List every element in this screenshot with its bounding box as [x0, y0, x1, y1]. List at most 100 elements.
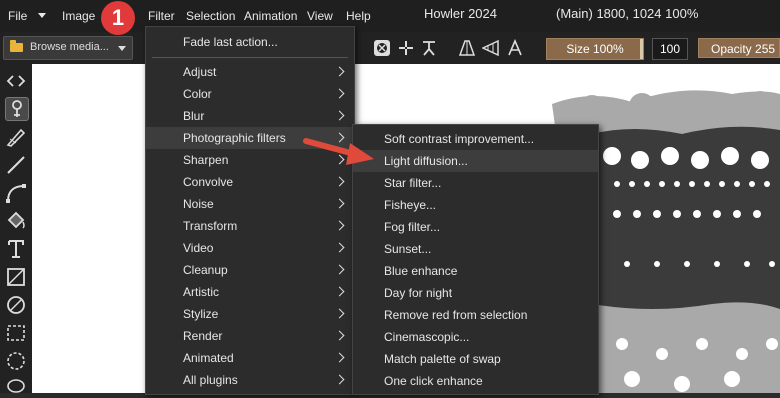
curve-icon[interactable]	[5, 182, 27, 204]
filter-menu-item-label: Photographic filters	[183, 131, 286, 145]
rect-select-icon[interactable]	[5, 322, 27, 344]
chevron-right-icon	[334, 88, 345, 99]
filter-menu-item-label: Blur	[183, 109, 205, 123]
chevron-right-icon	[334, 308, 345, 319]
filter-menu-item[interactable]: All plugins	[146, 369, 354, 391]
browse-media-label: Browse media...	[30, 41, 109, 53]
callout-badge: 1	[101, 1, 135, 35]
filter-menu-item[interactable]: Convolve	[146, 171, 354, 193]
chevron-right-icon	[334, 286, 345, 297]
chevron-right-icon	[334, 374, 345, 385]
ellipse-shape-icon[interactable]	[5, 294, 27, 316]
crosshair-icon[interactable]	[397, 39, 415, 57]
folder-icon	[10, 40, 23, 52]
photo-filter-item[interactable]: Fisheye...	[353, 194, 598, 216]
menu-image[interactable]: Image	[62, 9, 95, 23]
photo-filter-item-label: Light diffusion...	[384, 154, 468, 168]
filter-menu-item[interactable]: Fade last action...	[146, 31, 354, 53]
filter-menu-item-label: All plugins	[183, 373, 238, 387]
line-icon[interactable]	[5, 154, 27, 176]
text-tool-icon[interactable]	[5, 238, 27, 260]
filter-menu-item-label: Cleanup	[183, 263, 228, 277]
photo-filter-item[interactable]: Star filter...	[353, 172, 598, 194]
document-info: (Main) 1800, 1024 100%	[556, 6, 699, 21]
filter-menu-item-label: Noise	[183, 197, 214, 211]
filter-menu-item[interactable]: Adjust	[146, 61, 354, 83]
photo-filter-item[interactable]: Soft contrast improvement...	[353, 128, 598, 150]
filter-menu-item-label: Adjust	[183, 65, 217, 79]
menu-selection[interactable]: Selection	[186, 9, 235, 23]
menu-file[interactable]: File	[8, 9, 27, 23]
filter-menu-item[interactable]: Color	[146, 83, 354, 105]
chevron-right-icon	[334, 352, 345, 363]
code-arrows-icon[interactable]	[5, 70, 27, 92]
filter-menu-item[interactable]: Noise	[146, 193, 354, 215]
skew-icon[interactable]	[482, 39, 500, 57]
filter-menu-item-label: Transform	[183, 219, 238, 233]
photo-filter-item-label: Fog filter...	[384, 220, 441, 234]
filter-menu-item[interactable]: Cleanup	[146, 259, 354, 281]
menu-help[interactable]: Help	[346, 9, 371, 23]
photo-filter-item-label: Blue enhance	[384, 264, 458, 278]
menu-animation[interactable]: Animation	[244, 9, 297, 23]
annotation-arrow	[303, 138, 374, 165]
app-title: Howler 2024	[424, 6, 497, 21]
anchor-tool-icon[interactable]	[420, 39, 438, 57]
filter-menu-item-label: Animated	[183, 351, 234, 365]
photo-filter-item-label: Match palette of swap	[384, 352, 501, 366]
warp-icon[interactable]	[506, 39, 524, 57]
filter-menu-item[interactable]: Blur	[146, 105, 354, 127]
toolbar: Browse media... Size 100% 100 Opacity 25…	[0, 32, 780, 64]
photo-filter-item[interactable]: Sunset...	[353, 238, 598, 260]
chevron-right-icon	[334, 264, 345, 275]
size-number-input[interactable]: 100	[652, 38, 688, 60]
ellipse-select-icon[interactable]	[5, 350, 27, 372]
chevron-right-icon	[334, 242, 345, 253]
filter-menu-item[interactable]: Render	[146, 325, 354, 347]
brush-icon	[12, 100, 22, 117]
photo-filter-item-label: Fisheye...	[384, 198, 437, 212]
filter-menu-item[interactable]: Artistic	[146, 281, 354, 303]
photo-filter-item[interactable]: One click enhance	[353, 370, 598, 392]
photo-filter-item[interactable]: Day for night	[353, 282, 598, 304]
photo-filter-item[interactable]: Match palette of swap	[353, 348, 598, 370]
menu-view[interactable]: View	[307, 9, 333, 23]
filter-menu: Fade last action... Adjust Color Blur Photog…	[145, 26, 355, 395]
photo-filter-item-label: Star filter...	[384, 176, 442, 190]
chevron-down-icon	[118, 46, 126, 51]
browse-media-dropdown[interactable]: Browse media...	[3, 36, 133, 60]
menu-filter[interactable]: Filter	[148, 9, 175, 23]
filter-menu-item[interactable]: Animated	[146, 347, 354, 369]
chevron-right-icon	[334, 66, 345, 77]
perspective-icon[interactable]	[458, 39, 476, 57]
photo-filter-item[interactable]: Cinemascopic...	[353, 326, 598, 348]
filter-menu-item[interactable]: Transform	[146, 215, 354, 237]
photo-filter-item[interactable]: Blue enhance	[353, 260, 598, 282]
filter-menu-item-label: Color	[183, 87, 212, 101]
photo-filter-item[interactable]: Light diffusion...	[353, 150, 598, 172]
photo-filter-item[interactable]: Fog filter...	[353, 216, 598, 238]
filter-menu-item-label: Sharpen	[183, 153, 229, 167]
chevron-right-icon	[334, 110, 345, 121]
brush-tool-button[interactable]	[5, 97, 29, 121]
stamp-icon[interactable]	[373, 39, 391, 57]
filter-menu-item[interactable]: Stylize	[146, 303, 354, 325]
rectangle-shape-icon[interactable]	[5, 266, 27, 288]
photo-filter-item-label: Remove red from selection	[384, 308, 528, 322]
chevron-down-icon[interactable]	[38, 13, 46, 18]
photo-filter-item-label: Cinemascopic...	[384, 330, 470, 344]
chevron-right-icon	[334, 198, 345, 209]
filter-menu-item-label: Convolve	[183, 175, 234, 189]
smudge-icon[interactable]	[5, 126, 27, 148]
lasso-icon[interactable]	[5, 376, 27, 398]
filter-menu-item-label: Video	[183, 241, 214, 255]
filter-menu-item-label: Fade last action...	[183, 35, 278, 49]
photo-filter-item-label: One click enhance	[384, 374, 483, 388]
opacity-slider[interactable]: Opacity 255	[698, 38, 780, 58]
tool-palette	[0, 64, 32, 393]
size-slider[interactable]: Size 100%	[546, 38, 644, 60]
photo-filter-item[interactable]: Remove red from selection	[353, 304, 598, 326]
fill-bucket-icon[interactable]	[5, 210, 27, 232]
photographic-filters-submenu: Soft contrast improvement... Light diffus…	[352, 124, 599, 395]
filter-menu-item[interactable]: Video	[146, 237, 354, 259]
